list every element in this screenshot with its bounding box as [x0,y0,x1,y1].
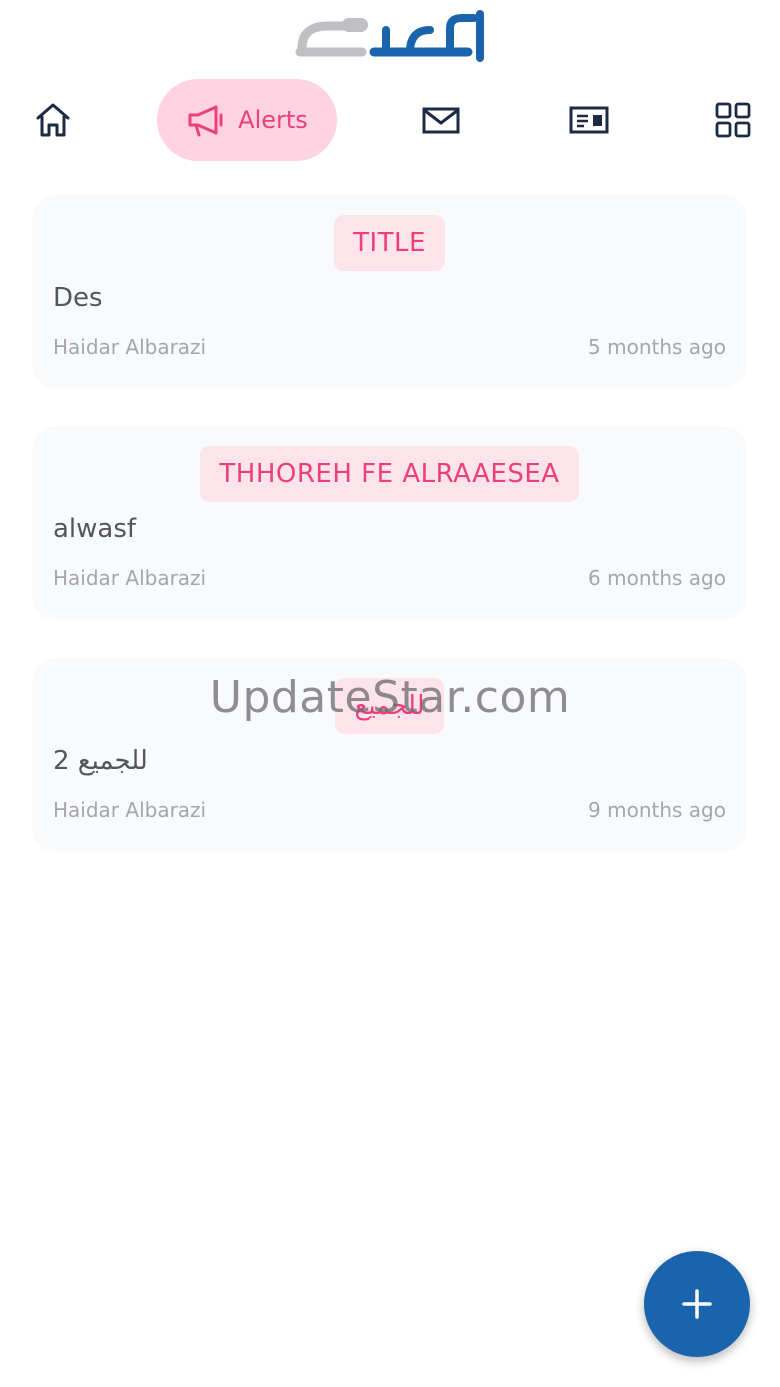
alert-card[interactable]: THHOREH FE ALRAAESEA alwasf Haidar Albar… [33,426,746,618]
plus-icon [682,1289,712,1319]
nav-apps[interactable] [702,78,764,162]
nav-home[interactable] [22,78,84,162]
alert-author: Haidar Albarazi [53,798,207,822]
alert-time: 9 months ago [588,798,726,822]
top-nav: Alerts [0,78,780,162]
alert-time: 6 months ago [588,566,726,590]
alert-time: 5 months ago [588,335,726,359]
id-card-icon [569,106,609,134]
alert-description: alwasf [53,514,137,544]
alert-description: Des [53,283,103,313]
grid-icon [715,102,751,138]
nav-alerts-label: Alerts [238,106,308,134]
alert-author: Haidar Albarazi [53,335,207,359]
nav-id-card[interactable] [558,78,620,162]
add-alert-button[interactable] [644,1251,750,1357]
alert-title: THHOREH FE ALRAAESEA [200,446,579,502]
mail-icon [422,107,460,134]
home-icon [36,103,70,137]
alert-card[interactable]: TITLE Des Haidar Albarazi 5 months ago [33,195,746,387]
app-logo [0,8,780,68]
megaphone-icon [188,105,223,137]
alert-author: Haidar Albarazi [53,566,207,590]
nav-alerts[interactable]: Alerts [157,79,337,161]
watermark: UpdateStar.com [209,672,571,723]
app-logo-mark [295,10,484,62]
alert-title: TITLE [334,215,445,271]
nav-messages[interactable] [410,78,472,162]
alert-description: للجميع 2 [53,746,148,776]
